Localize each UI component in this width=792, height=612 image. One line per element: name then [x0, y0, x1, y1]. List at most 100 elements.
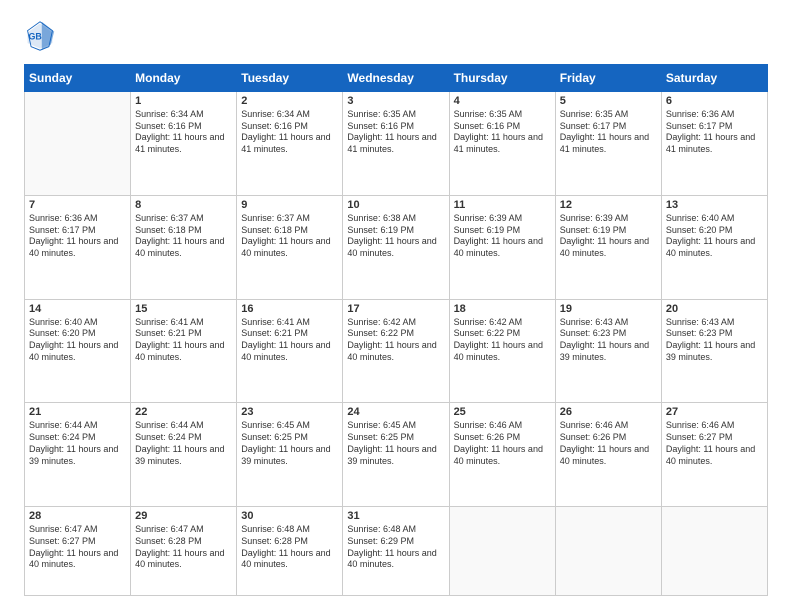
sunset: Sunset: 6:19 PM	[347, 225, 414, 235]
day-number: 15	[135, 303, 232, 315]
sunrise: Sunrise: 6:36 AM	[666, 109, 735, 119]
table-row: 14 Sunrise: 6:40 AM Sunset: 6:20 PM Dayl…	[25, 299, 131, 403]
day-number: 20	[666, 303, 763, 315]
table-row	[25, 92, 131, 196]
daylight: Daylight: 11 hours and 40 minutes.	[135, 340, 224, 362]
day-number: 25	[454, 406, 551, 418]
day-number: 6	[666, 95, 763, 107]
daylight: Daylight: 11 hours and 39 minutes.	[347, 444, 436, 466]
day-number: 22	[135, 406, 232, 418]
daylight: Daylight: 11 hours and 40 minutes.	[454, 236, 543, 258]
sunrise: Sunrise: 6:41 AM	[135, 317, 204, 327]
table-row: 19 Sunrise: 6:43 AM Sunset: 6:23 PM Dayl…	[555, 299, 661, 403]
day-number: 28	[29, 510, 126, 522]
table-row: 30 Sunrise: 6:48 AM Sunset: 6:28 PM Dayl…	[237, 507, 343, 596]
sunrise: Sunrise: 6:47 AM	[29, 524, 98, 534]
day-number: 18	[454, 303, 551, 315]
table-row	[661, 507, 767, 596]
sunrise: Sunrise: 6:39 AM	[454, 213, 523, 223]
sunrise: Sunrise: 6:46 AM	[560, 420, 629, 430]
sunrise: Sunrise: 6:43 AM	[560, 317, 629, 327]
sunrise: Sunrise: 6:44 AM	[29, 420, 98, 430]
table-row: 9 Sunrise: 6:37 AM Sunset: 6:18 PM Dayli…	[237, 195, 343, 299]
logo: GB	[24, 20, 62, 52]
sunset: Sunset: 6:17 PM	[666, 121, 733, 131]
sunset: Sunset: 6:22 PM	[454, 328, 521, 338]
sunset: Sunset: 6:24 PM	[135, 432, 202, 442]
table-row: 7 Sunrise: 6:36 AM Sunset: 6:17 PM Dayli…	[25, 195, 131, 299]
day-number: 14	[29, 303, 126, 315]
table-row: 3 Sunrise: 6:35 AM Sunset: 6:16 PM Dayli…	[343, 92, 449, 196]
table-row: 28 Sunrise: 6:47 AM Sunset: 6:27 PM Dayl…	[25, 507, 131, 596]
sunrise: Sunrise: 6:46 AM	[454, 420, 523, 430]
sunset: Sunset: 6:17 PM	[29, 225, 96, 235]
daylight: Daylight: 11 hours and 40 minutes.	[347, 236, 436, 258]
sunset: Sunset: 6:28 PM	[135, 536, 202, 546]
daylight: Daylight: 11 hours and 40 minutes.	[241, 236, 330, 258]
daylight: Daylight: 11 hours and 40 minutes.	[29, 236, 118, 258]
daylight: Daylight: 11 hours and 40 minutes.	[135, 236, 224, 258]
sunset: Sunset: 6:22 PM	[347, 328, 414, 338]
sunset: Sunset: 6:18 PM	[241, 225, 308, 235]
sunrise: Sunrise: 6:41 AM	[241, 317, 310, 327]
cell-info: Sunrise: 6:40 AM Sunset: 6:20 PM Dayligh…	[666, 213, 763, 260]
cell-info: Sunrise: 6:46 AM Sunset: 6:27 PM Dayligh…	[666, 420, 763, 467]
calendar-header-row: Sunday Monday Tuesday Wednesday Thursday…	[25, 65, 768, 92]
table-row: 16 Sunrise: 6:41 AM Sunset: 6:21 PM Dayl…	[237, 299, 343, 403]
daylight: Daylight: 11 hours and 39 minutes.	[241, 444, 330, 466]
cell-info: Sunrise: 6:40 AM Sunset: 6:20 PM Dayligh…	[29, 317, 126, 364]
table-row: 6 Sunrise: 6:36 AM Sunset: 6:17 PM Dayli…	[661, 92, 767, 196]
daylight: Daylight: 11 hours and 40 minutes.	[241, 340, 330, 362]
table-row: 13 Sunrise: 6:40 AM Sunset: 6:20 PM Dayl…	[661, 195, 767, 299]
sunrise: Sunrise: 6:35 AM	[454, 109, 523, 119]
day-number: 12	[560, 199, 657, 211]
table-row: 11 Sunrise: 6:39 AM Sunset: 6:19 PM Dayl…	[449, 195, 555, 299]
daylight: Daylight: 11 hours and 41 minutes.	[347, 132, 436, 154]
svg-text:GB: GB	[28, 32, 41, 42]
table-row: 15 Sunrise: 6:41 AM Sunset: 6:21 PM Dayl…	[131, 299, 237, 403]
cell-info: Sunrise: 6:43 AM Sunset: 6:23 PM Dayligh…	[560, 317, 657, 364]
sunrise: Sunrise: 6:35 AM	[347, 109, 416, 119]
daylight: Daylight: 11 hours and 40 minutes.	[560, 444, 649, 466]
table-row: 12 Sunrise: 6:39 AM Sunset: 6:19 PM Dayl…	[555, 195, 661, 299]
table-row: 1 Sunrise: 6:34 AM Sunset: 6:16 PM Dayli…	[131, 92, 237, 196]
sunset: Sunset: 6:19 PM	[560, 225, 627, 235]
cell-info: Sunrise: 6:36 AM Sunset: 6:17 PM Dayligh…	[29, 213, 126, 260]
sunset: Sunset: 6:21 PM	[241, 328, 308, 338]
table-row: 27 Sunrise: 6:46 AM Sunset: 6:27 PM Dayl…	[661, 403, 767, 507]
sunrise: Sunrise: 6:42 AM	[454, 317, 523, 327]
sunset: Sunset: 6:16 PM	[241, 121, 308, 131]
cell-info: Sunrise: 6:34 AM Sunset: 6:16 PM Dayligh…	[241, 109, 338, 156]
logo-icon: GB	[24, 20, 56, 52]
sunrise: Sunrise: 6:40 AM	[29, 317, 98, 327]
sunset: Sunset: 6:16 PM	[454, 121, 521, 131]
table-row: 23 Sunrise: 6:45 AM Sunset: 6:25 PM Dayl…	[237, 403, 343, 507]
day-number: 17	[347, 303, 444, 315]
table-row: 17 Sunrise: 6:42 AM Sunset: 6:22 PM Dayl…	[343, 299, 449, 403]
cell-info: Sunrise: 6:46 AM Sunset: 6:26 PM Dayligh…	[454, 420, 551, 467]
daylight: Daylight: 11 hours and 41 minutes.	[135, 132, 224, 154]
cell-info: Sunrise: 6:35 AM Sunset: 6:16 PM Dayligh…	[454, 109, 551, 156]
day-number: 9	[241, 199, 338, 211]
cell-info: Sunrise: 6:39 AM Sunset: 6:19 PM Dayligh…	[454, 213, 551, 260]
sunrise: Sunrise: 6:34 AM	[241, 109, 310, 119]
daylight: Daylight: 11 hours and 40 minutes.	[29, 548, 118, 570]
sunset: Sunset: 6:28 PM	[241, 536, 308, 546]
table-row: 5 Sunrise: 6:35 AM Sunset: 6:17 PM Dayli…	[555, 92, 661, 196]
cell-info: Sunrise: 6:48 AM Sunset: 6:28 PM Dayligh…	[241, 524, 338, 571]
sunrise: Sunrise: 6:37 AM	[241, 213, 310, 223]
day-number: 5	[560, 95, 657, 107]
cell-info: Sunrise: 6:47 AM Sunset: 6:28 PM Dayligh…	[135, 524, 232, 571]
sunset: Sunset: 6:25 PM	[241, 432, 308, 442]
cell-info: Sunrise: 6:44 AM Sunset: 6:24 PM Dayligh…	[29, 420, 126, 467]
cell-info: Sunrise: 6:41 AM Sunset: 6:21 PM Dayligh…	[241, 317, 338, 364]
table-row: 31 Sunrise: 6:48 AM Sunset: 6:29 PM Dayl…	[343, 507, 449, 596]
cell-info: Sunrise: 6:45 AM Sunset: 6:25 PM Dayligh…	[347, 420, 444, 467]
sunrise: Sunrise: 6:36 AM	[29, 213, 98, 223]
sunrise: Sunrise: 6:45 AM	[241, 420, 310, 430]
sunset: Sunset: 6:21 PM	[135, 328, 202, 338]
col-saturday: Saturday	[661, 65, 767, 92]
sunset: Sunset: 6:27 PM	[666, 432, 733, 442]
daylight: Daylight: 11 hours and 40 minutes.	[666, 236, 755, 258]
table-row: 22 Sunrise: 6:44 AM Sunset: 6:24 PM Dayl…	[131, 403, 237, 507]
